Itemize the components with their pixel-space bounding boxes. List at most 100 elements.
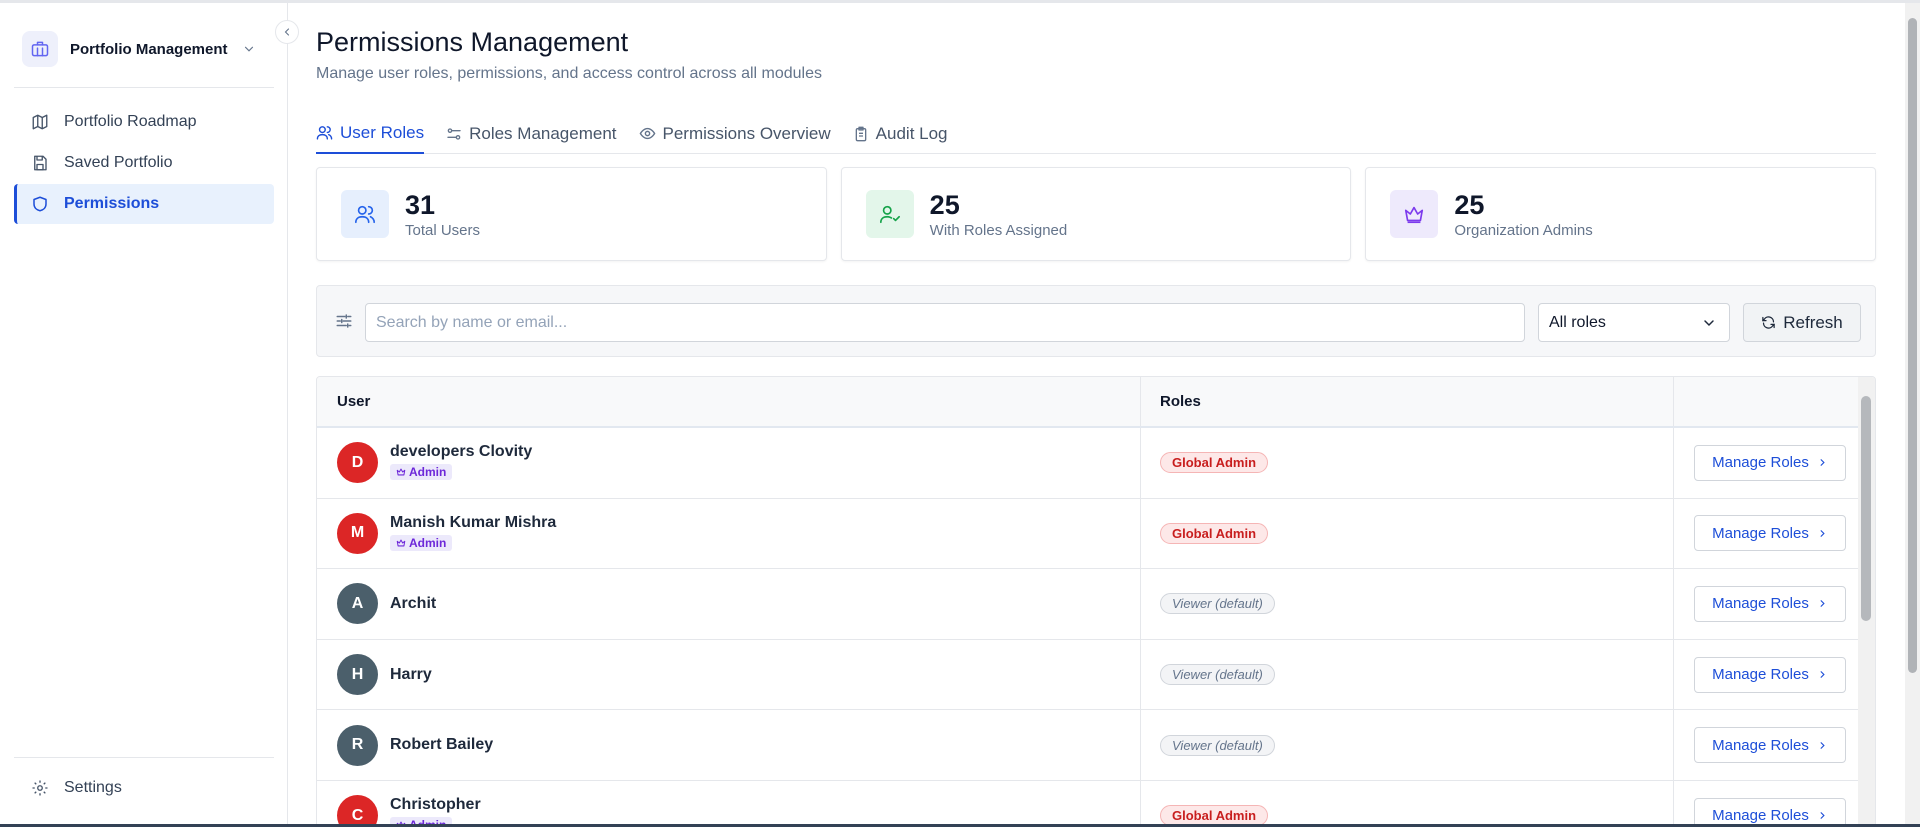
manage-roles-label: Manage Roles — [1712, 736, 1809, 754]
table-row: H Harry Viewer (default) Manage Roles — [317, 639, 1858, 711]
save-icon — [30, 153, 50, 173]
tab-audit-log[interactable]: Audit Log — [853, 113, 948, 154]
manage-roles-button[interactable]: Manage Roles — [1694, 797, 1846, 827]
collapse-sidebar-button[interactable] — [275, 20, 299, 44]
sidebar-item-label: Saved Portfolio — [64, 154, 173, 171]
sidebar-item-label: Settings — [64, 779, 122, 796]
crown-icon — [396, 467, 406, 477]
avatar: C — [337, 795, 378, 827]
user-name: Archit — [390, 594, 437, 612]
actions-cell: Manage Roles — [1674, 710, 1858, 780]
manage-roles-button[interactable]: Manage Roles — [1694, 444, 1846, 481]
avatar: H — [337, 654, 378, 696]
roles-cell: Viewer (default) — [1141, 569, 1674, 639]
users-icon — [341, 190, 389, 238]
clipboard-icon — [853, 126, 869, 142]
tab-user-roles[interactable]: User Roles — [316, 113, 425, 154]
roles-cell: Viewer (default) — [1141, 639, 1674, 710]
role-badge: Viewer (default) — [1160, 734, 1275, 756]
role-filter-select[interactable]: All roles — [1538, 303, 1730, 342]
tab-label: User Roles — [340, 122, 425, 142]
crown-icon — [1390, 190, 1439, 238]
page-title: Permissions Management — [316, 27, 629, 57]
user-cell: R Robert Bailey — [317, 710, 1141, 780]
admin-badge-label: Admin — [409, 535, 447, 550]
sidebar-item-label: Portfolio Roadmap — [64, 113, 197, 130]
admin-badge: Admin — [390, 534, 453, 551]
user-info: Harry — [390, 666, 432, 684]
role-badge: Viewer (default) — [1160, 664, 1275, 686]
user-name: Christopher — [390, 796, 481, 814]
search-input[interactable] — [365, 303, 1525, 342]
tab-roles-management[interactable]: Roles Management — [446, 113, 617, 154]
tab-label: Audit Log — [875, 123, 948, 143]
manage-roles-button[interactable]: Manage Roles — [1694, 656, 1846, 693]
stat-value: 25 — [929, 189, 960, 220]
stat-total-users: 31 Total Users — [316, 167, 827, 261]
roles-cell: Global Admin — [1141, 780, 1674, 827]
role-badge: Global Admin — [1160, 452, 1269, 474]
user-check-icon — [865, 190, 914, 238]
table-row: M Manish Kumar Mishra Admin Global Admin… — [317, 498, 1858, 570]
stat-org-admins: 25 Organization Admins — [1365, 167, 1877, 261]
sliders-icon — [446, 126, 462, 142]
user-name: Harry — [390, 665, 432, 683]
chevron-right-icon — [1817, 810, 1828, 821]
role-badge: Global Admin — [1160, 522, 1269, 544]
actions-cell: Manage Roles — [1674, 428, 1858, 498]
tab-label: Permissions Overview — [662, 123, 831, 143]
user-cell: C Christopher Admin — [317, 780, 1141, 827]
refresh-label: Refresh — [1783, 312, 1843, 332]
chevron-down-icon — [1704, 319, 1714, 326]
table-row: C Christopher Admin Global Admin Manage … — [317, 780, 1858, 827]
column-header-roles: Roles — [1141, 377, 1674, 426]
admin-badge-label: Admin — [409, 465, 447, 480]
chevron-right-icon — [1817, 740, 1828, 751]
refresh-icon — [1761, 315, 1776, 330]
stat-roles-assigned: 25 With Roles Assigned — [840, 167, 1352, 261]
admin-badge: Admin — [390, 464, 453, 481]
map-icon — [30, 112, 50, 132]
stat-value: 25 — [1454, 189, 1485, 220]
avatar: D — [337, 442, 378, 484]
sidebar-nav: Portfolio Roadmap Saved Portfolio Permis… — [14, 102, 274, 225]
user-name: developers Clovity — [390, 443, 533, 461]
table-row: A Archit Viewer (default) Manage Roles — [317, 569, 1858, 640]
user-cell: H Harry — [317, 639, 1141, 710]
top-border — [0, 0, 1920, 3]
users-table: User Roles D developers Clovity Admin Gl… — [316, 376, 1876, 827]
chevron-right-icon — [1817, 528, 1828, 539]
sidebar-item-saved-portfolio[interactable]: Saved Portfolio — [14, 143, 274, 183]
column-header-actions — [1674, 377, 1858, 426]
manage-roles-button[interactable]: Manage Roles — [1694, 515, 1846, 552]
eye-icon — [639, 125, 656, 142]
stat-label: Organization Admins — [1454, 221, 1593, 239]
sidebar-item-settings[interactable]: Settings — [14, 768, 274, 808]
role-badge: Viewer (default) — [1160, 593, 1275, 615]
table-body: D developers Clovity Admin Global Admin … — [317, 428, 1858, 827]
table-scrollbar-thumb[interactable] — [1861, 396, 1871, 621]
refresh-button[interactable]: Refresh — [1743, 303, 1861, 342]
user-info: Christopher Admin — [390, 796, 481, 827]
roles-cell: Global Admin — [1141, 428, 1674, 498]
sidebar-item-label: Permissions — [64, 195, 160, 212]
sidebar-item-permissions[interactable]: Permissions — [14, 184, 274, 224]
workspace-name: Portfolio Management — [70, 40, 228, 58]
actions-cell: Manage Roles — [1674, 499, 1858, 569]
sidebar-divider — [14, 87, 274, 88]
table-row: R Robert Bailey Viewer (default) Manage … — [317, 710, 1858, 781]
page-scrollbar-thumb[interactable] — [1908, 18, 1917, 673]
user-info: developers Clovity Admin — [390, 443, 532, 482]
manage-roles-button[interactable]: Manage Roles — [1694, 585, 1846, 622]
manage-roles-label: Manage Roles — [1712, 595, 1809, 613]
tab-permissions-overview[interactable]: Permissions Overview — [639, 113, 831, 154]
user-info: Archit — [390, 595, 436, 613]
workspace-switcher[interactable]: Portfolio Management — [22, 29, 266, 69]
sidebar-item-portfolio-roadmap[interactable]: Portfolio Roadmap — [14, 102, 274, 142]
roles-cell: Global Admin — [1141, 498, 1674, 569]
stat-label: With Roles Assigned — [929, 221, 1068, 239]
chevron-down-icon — [242, 42, 256, 56]
avatar: A — [337, 583, 378, 625]
chevron-right-icon — [1817, 669, 1828, 680]
manage-roles-button[interactable]: Manage Roles — [1694, 727, 1846, 764]
